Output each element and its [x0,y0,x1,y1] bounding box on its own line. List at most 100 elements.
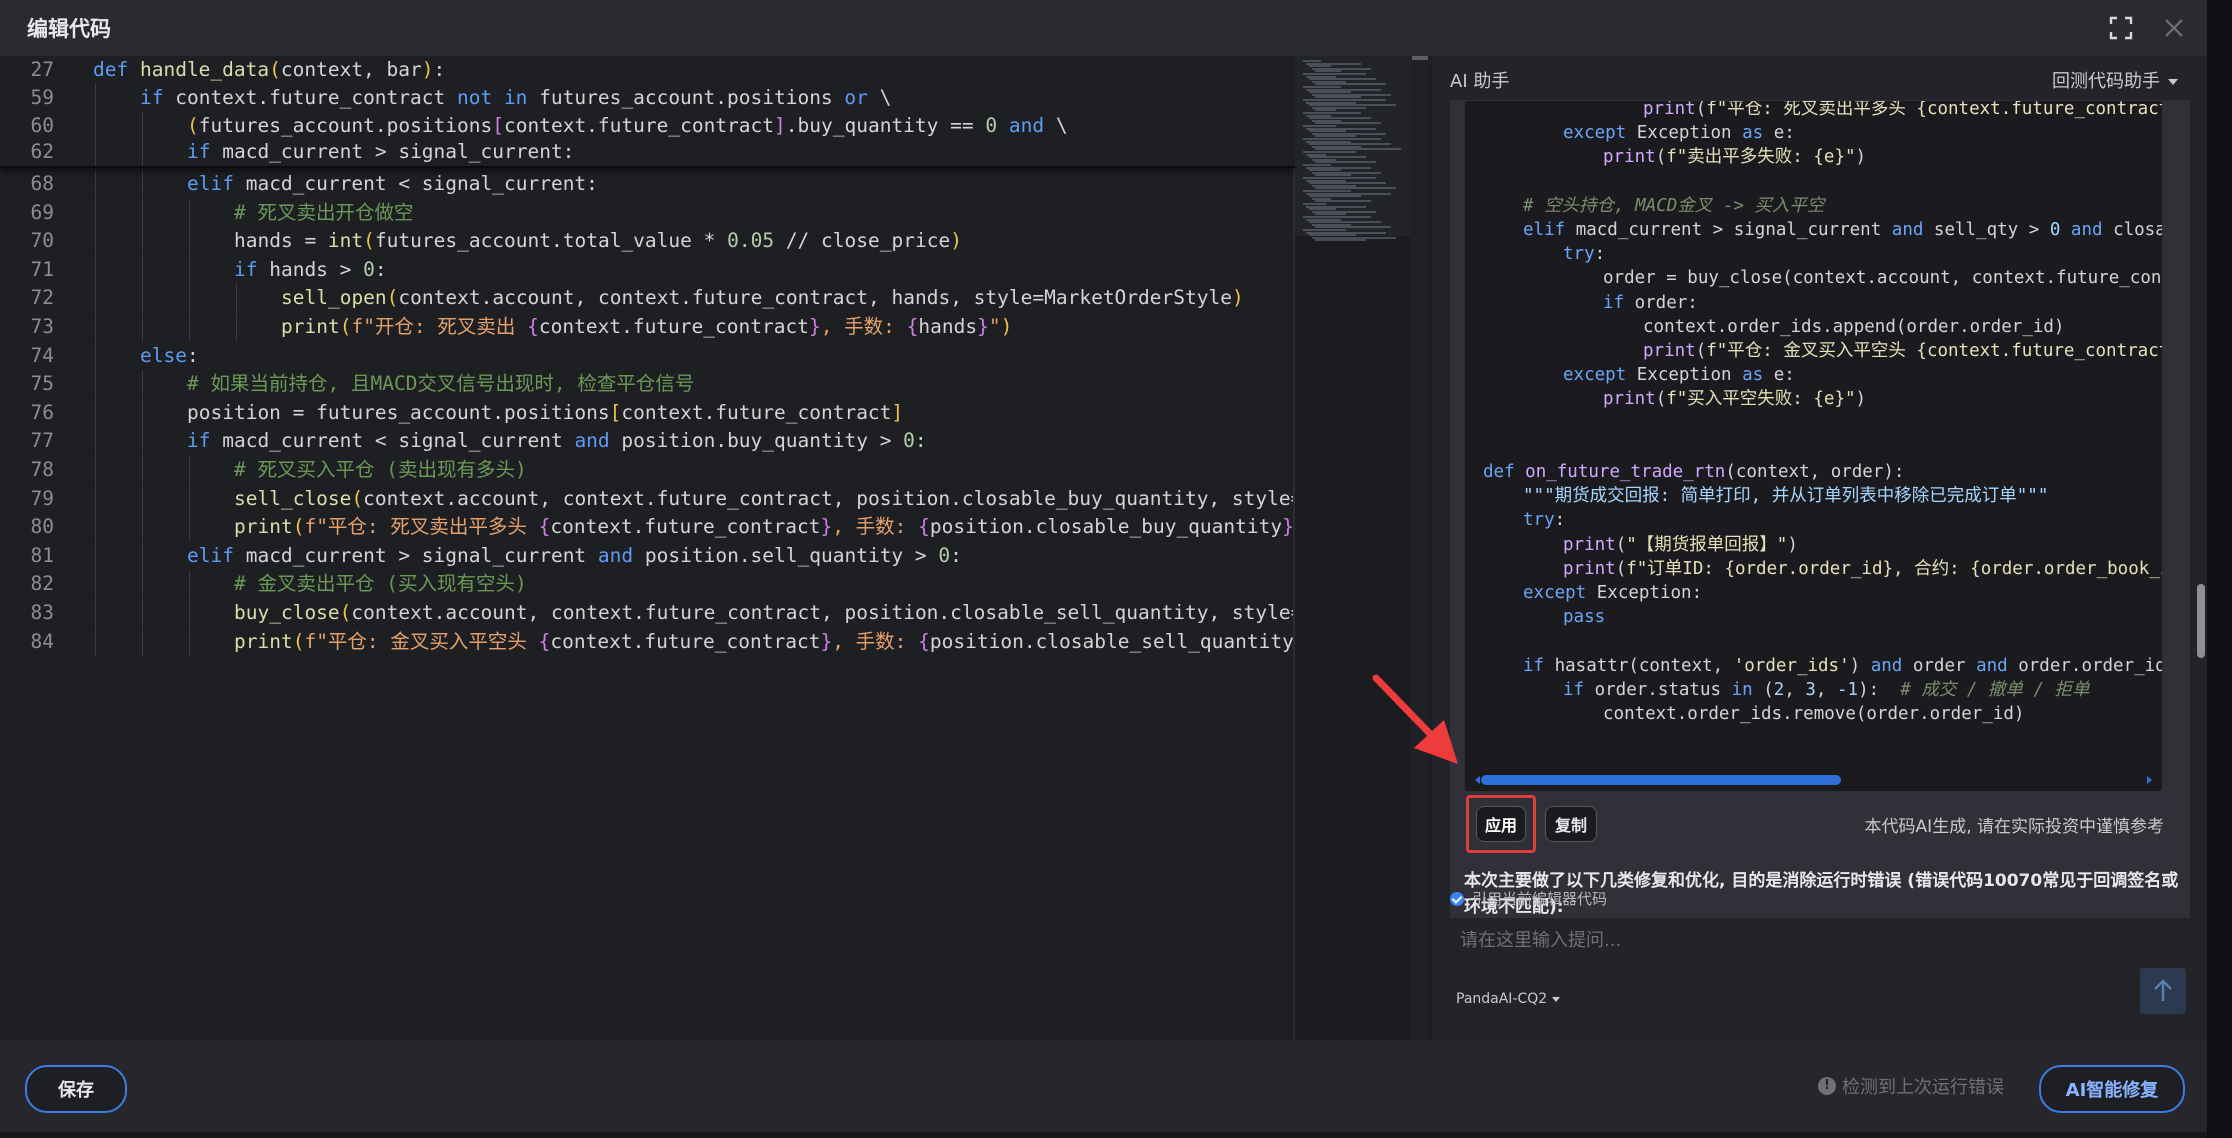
code-line: 68 elif macd_current < signal_current: [0,170,1295,198]
last-run-error-hint: ! 检测到上次运行错误 [1818,1073,2004,1099]
ai-code-line: except Exception as e: [1563,123,1795,144]
code-text[interactable]: def handle_data(context, bar): [93,56,445,84]
code-text[interactable]: # 金叉卖出平仓 (买入现有空头) [234,570,527,598]
ai-code-line: if hasattr(context, 'order_ids') and ord… [1523,655,2163,676]
indent-guide [142,427,143,456]
close-icon[interactable] [2161,15,2187,41]
save-button[interactable]: 保存 [25,1065,127,1113]
chat-scrollbar[interactable] [2194,100,2205,918]
code-editor[interactable]: 27 def handle_data(context, bar): 59 if con… [0,56,1295,1040]
copy-button[interactable]: 复制 [1545,806,1597,842]
indent-guide [189,255,190,284]
ai-code-block[interactable]: context.order_ids.remove(order.order_id)… [1464,100,2163,792]
ai-smart-fix-button[interactable]: AI智能修复 [2039,1065,2185,1113]
indent-guide [142,456,143,484]
code-text[interactable]: hands = int(futures_account.total_value … [234,227,962,255]
ai-code-line: pass [1563,607,1606,628]
ai-code-line: print(f"卖出平多失败: {e}") [1603,147,1867,168]
ai-code-line: print(f"平仓: 金叉买入平空头 {context.future_cont… [1643,341,2163,361]
line-number: 79 [30,486,54,510]
code-line: 82 # 金叉卖出平仓 (买入现有空头) [0,570,1295,599]
line-number: 81 [30,543,54,567]
indent-guide [142,198,143,227]
send-button[interactable] [2140,968,2186,1014]
indent-guide [95,484,96,513]
indent-guide [95,599,96,627]
code-line: 62 if macd_current > signal_current: [0,138,1295,166]
code-text[interactable]: sell_open(context.account, context.futur… [281,284,1244,312]
ai-disclaimer: 本代码AI生成, 请在实际投资中谨慎参考 [1864,817,2164,837]
code-line: 81 elif macd_current > signal_current and… [0,541,1295,570]
code-text[interactable]: print(f"平仓: 金叉买入平空头 {context.future_cont… [234,628,1294,656]
fullscreen-icon[interactable] [2108,15,2134,41]
code-line: 71 if hands > 0: [0,255,1295,284]
indent-guide [189,513,190,542]
minimap-line [1315,239,1366,242]
check-icon[interactable] [1450,891,1464,906]
ai-code-line: if order: [1603,292,1698,313]
code-text[interactable]: print(f"平仓: 死叉卖出平多头 {context.future_cont… [234,513,1294,541]
line-number: 78 [30,458,54,481]
line-number: 27 [30,58,54,81]
line-number: 70 [30,229,54,253]
code-text[interactable]: buy_close(context.account, context.futur… [234,599,1295,627]
indent-guide [95,398,96,427]
question-input[interactable] [1458,924,2062,956]
assistant-mode-dropdown[interactable]: 回测代码助手 [2052,67,2178,93]
code-text[interactable]: sell_close(context.account, context.futu… [234,485,1295,513]
indent-guide [95,341,96,370]
indent-guide [95,427,96,456]
code-text[interactable]: elif macd_current > signal_current and p… [187,542,962,570]
code-text[interactable]: if context.future_contract not in future… [140,84,891,112]
line-number: 77 [30,429,54,453]
code-line: 83 buy_close(context.account, context.fut… [0,599,1295,627]
code-text[interactable]: if macd_current < signal_current and pos… [187,427,927,455]
indent-guide [142,541,143,570]
code-text[interactable]: position = futures_account.positions[con… [187,399,903,427]
apply-button[interactable]: 应用 [1476,806,1526,842]
code-text[interactable]: # 死叉卖出开仓做空 [234,199,413,227]
indent-guide [189,198,190,227]
line-number: 75 [30,372,54,396]
chat-area[interactable]: context.order_ids.remove(order.order_id)… [1450,100,2190,918]
indent-guide [142,370,143,399]
reference-editor-code-option[interactable]: 引用当前编辑器代码 [1450,888,1607,909]
code-text[interactable]: else: [140,342,199,370]
code-text[interactable]: print(f"开仓: 死叉卖出 {context.future_contrac… [281,313,1012,341]
code-line: 74 else: [0,341,1295,370]
editor-scrollbar[interactable] [1410,56,1428,1040]
title-bar: 编辑代码 [0,0,2207,56]
indent-guide [95,313,96,341]
sticky-scroll-header: 27 def handle_data(context, bar): 59 if con… [0,56,1295,168]
indent-guide [142,255,143,284]
code-text[interactable]: elif macd_current < signal_current: [187,170,598,198]
backdrop-edge [2207,0,2232,1138]
indent-guide [95,627,96,656]
line-number: 82 [30,572,54,596]
editor-scrollbar-thumb[interactable] [1412,56,1428,60]
code-text[interactable]: # 如果当前持仓, 且MACD交叉信号出现时, 检查平仓信号 [187,370,694,398]
indent-guide [95,370,96,399]
line-number: 62 [30,140,54,163]
code-block-horizontal-scrollbar[interactable] [1475,775,2152,785]
indent-guide [142,284,143,313]
model-selector[interactable]: PandaAI-CQ2 [1456,991,1561,1007]
code-text[interactable]: if macd_current > signal_current: [187,138,574,166]
indent-guide [95,570,96,599]
horizontal-scrollbar-thumb[interactable] [1481,775,1841,785]
chat-scrollbar-thumb[interactable] [2197,584,2205,658]
code-text[interactable]: (futures_account.positions[context.futur… [187,112,1068,140]
indent-guide [142,513,143,542]
indent-guide [142,570,143,599]
indent-guide [189,570,190,599]
ai-code-line: print(f"订单ID: {order.order_id}, 合约: {ord… [1563,558,2163,579]
minimap[interactable] [1293,56,1410,1040]
indent-guide [142,627,143,656]
indent-guide [189,284,190,313]
scroll-right-arrow-icon[interactable] [2147,776,2152,784]
line-number: 68 [30,172,54,195]
code-line: 77 if macd_current < signal_current and p… [0,427,1295,456]
code-text[interactable]: if hands > 0: [234,256,387,284]
ai-code-line: except Exception as e: [1563,365,1795,386]
code-text[interactable]: # 死叉买入平仓 (卖出现有多头) [234,456,527,484]
